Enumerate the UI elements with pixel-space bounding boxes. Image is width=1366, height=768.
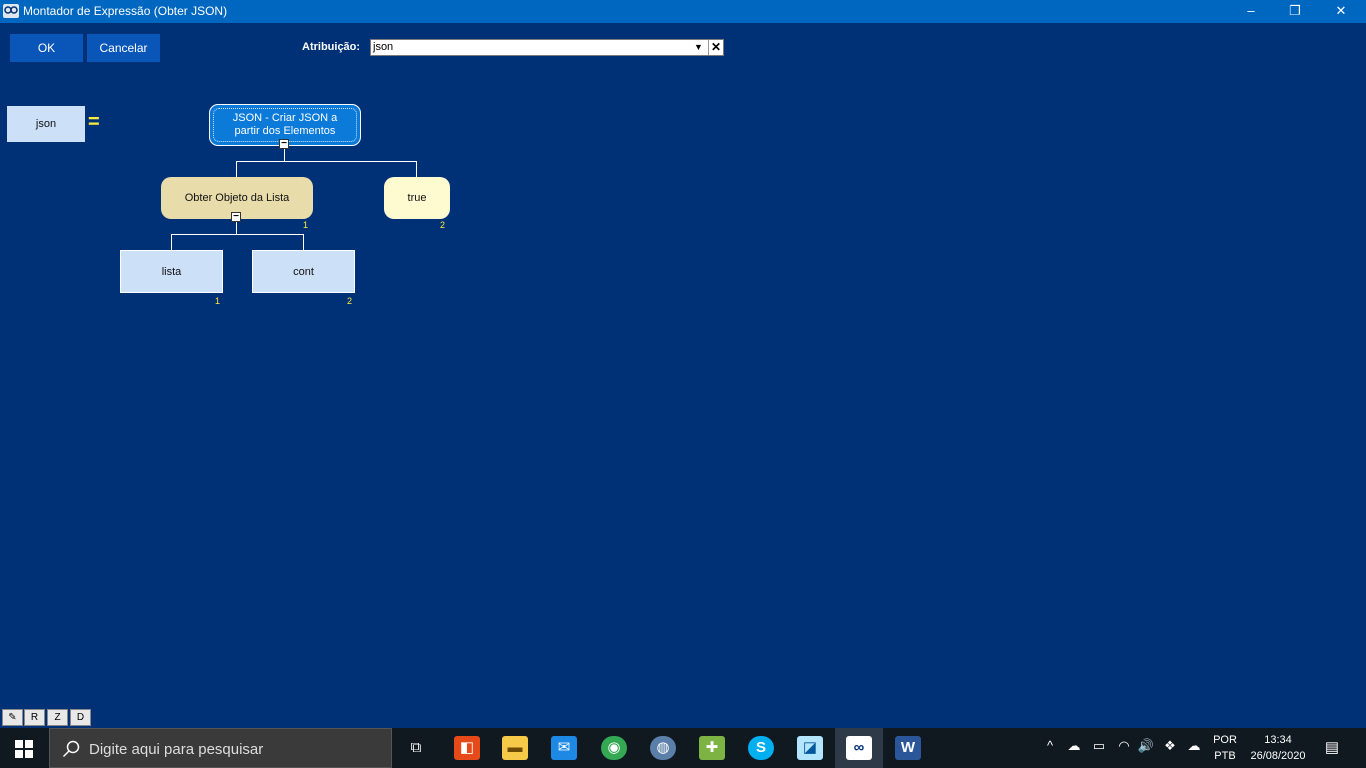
cont-param-node[interactable]: cont	[252, 250, 355, 293]
language-indicator[interactable]: POR PTB	[1208, 732, 1242, 764]
volume-icon[interactable]: 🔊	[1137, 738, 1155, 754]
connector-line	[416, 161, 417, 177]
param-index: 2	[440, 220, 446, 230]
mail-icon[interactable]: ✉	[551, 736, 577, 760]
task-view-icon[interactable]: ⧉	[403, 736, 429, 760]
connector-line	[236, 161, 237, 177]
title-bar: Montador de Expressão (Obter JSON) – ❐ ✕	[0, 0, 1366, 23]
chrome-icon[interactable]: ◉	[601, 736, 627, 760]
notification-icon[interactable]: ▤	[1322, 738, 1342, 756]
language-code: POR	[1213, 734, 1237, 746]
param-index: 2	[347, 296, 353, 306]
taskbar: Digite aqui para pesquisar ⧉ ◧ ▬ ✉ ◉ ◍ ✚…	[0, 728, 1366, 768]
close-icon[interactable]: ✕	[1318, 0, 1364, 23]
connector-line	[171, 234, 172, 250]
search-icon	[62, 740, 80, 758]
true-value-node[interactable]: true	[384, 177, 450, 219]
taskbar-search[interactable]: Digite aqui para pesquisar	[49, 728, 392, 768]
glass-app-icon[interactable]: ◪	[797, 736, 823, 760]
clock-time: 13:34	[1264, 734, 1292, 746]
office-icon[interactable]: ◧	[454, 736, 480, 760]
attribution-label: Atribuição:	[302, 41, 361, 53]
z-button[interactable]: Z	[47, 709, 68, 726]
dropbox-icon[interactable]: ❖	[1161, 738, 1179, 754]
lista-param-node[interactable]: lista	[120, 250, 223, 293]
battery-icon[interactable]: ▭	[1090, 738, 1108, 754]
app-green-icon[interactable]: ✚	[699, 736, 725, 760]
app-icon	[3, 4, 19, 18]
clock[interactable]: 13:34 26/08/2020	[1246, 732, 1310, 764]
windows-start-icon[interactable]	[15, 740, 33, 758]
connector-line	[236, 161, 417, 162]
param-index: 1	[303, 220, 309, 230]
connector-line	[171, 234, 304, 235]
keyboard-layout: PTB	[1214, 750, 1236, 762]
wifi-icon[interactable]: ◠	[1115, 738, 1133, 754]
connector-line	[303, 234, 304, 250]
param-index: 1	[215, 296, 221, 306]
assignment-target-node[interactable]: json	[7, 106, 85, 142]
cloud-upload-icon[interactable]: ☁	[1185, 738, 1203, 754]
collapse-root-icon[interactable]: −	[279, 139, 289, 149]
minimize-icon[interactable]: –	[1228, 0, 1274, 23]
root-function-label: JSON - Criar JSON a partir dos Elementos	[232, 112, 338, 137]
clear-icon[interactable]: ✕	[708, 40, 723, 55]
equals-sign: =	[88, 111, 100, 133]
chevron-down-icon[interactable]: ▼	[691, 40, 706, 55]
cancel-button[interactable]: Cancelar	[87, 34, 160, 62]
collapse-get-node-icon[interactable]: −	[231, 212, 241, 222]
r-button[interactable]: R	[24, 709, 45, 726]
onedrive-icon[interactable]: ☁	[1065, 738, 1083, 754]
chevron-up-icon[interactable]: ^	[1043, 738, 1057, 753]
d-button[interactable]: D	[70, 709, 91, 726]
attribution-value[interactable]: json	[373, 41, 393, 53]
file-explorer-icon[interactable]: ▬	[502, 736, 528, 760]
skype-icon[interactable]: S	[748, 736, 774, 760]
ok-button[interactable]: OK	[10, 34, 83, 62]
window-title: Montador de Expressão (Obter JSON)	[23, 4, 228, 18]
network-tool-icon[interactable]: ◍	[650, 736, 676, 760]
edit-icon[interactable]: ✎	[2, 709, 23, 726]
word-icon[interactable]: W	[895, 736, 921, 760]
attribution-combobox[interactable]: json ▼ ✕	[370, 39, 724, 56]
search-placeholder: Digite aqui para pesquisar	[89, 741, 264, 758]
restore-icon[interactable]: ❐	[1272, 0, 1318, 23]
clock-date: 26/08/2020	[1250, 750, 1306, 762]
maker-app-icon[interactable]: ∞	[846, 736, 872, 760]
